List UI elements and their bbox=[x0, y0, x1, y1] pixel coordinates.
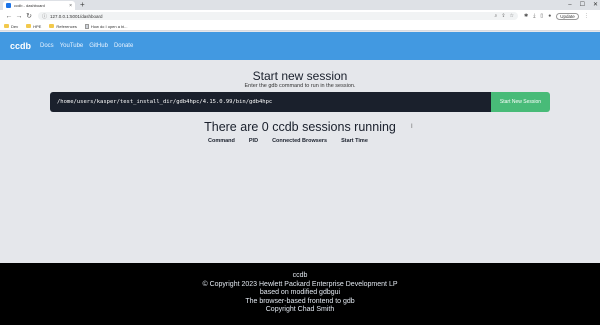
folder-icon bbox=[26, 24, 32, 28]
forward-arrow-icon[interactable]: → bbox=[14, 13, 24, 20]
new-tab-button[interactable]: + bbox=[80, 0, 85, 10]
nav-link-docs[interactable]: Docs bbox=[40, 43, 54, 49]
site-info-icon[interactable]: ⓘ bbox=[42, 13, 47, 20]
column-header: Connected Browsers bbox=[272, 138, 328, 144]
nav-link-youtube[interactable]: YouTube bbox=[60, 43, 84, 49]
column-header: PID bbox=[248, 138, 259, 144]
bookmark-star-icon[interactable]: ☆ bbox=[510, 13, 514, 19]
close-window-icon[interactable]: ✕ bbox=[593, 0, 598, 10]
bookmark-label: Dev bbox=[11, 23, 19, 29]
footer-line: The browser-based frontend to gdb bbox=[245, 297, 355, 305]
profile-icon[interactable]: ● bbox=[548, 13, 551, 19]
url-text[interactable]: 127.0.0.1:5001/dashboard bbox=[50, 14, 103, 19]
window-controls: – ☐ ✕ bbox=[568, 0, 598, 10]
footer-line: based on modified gdbgui bbox=[259, 289, 341, 297]
downloads-icon[interactable]: ⤓ bbox=[533, 13, 535, 19]
command-input[interactable]: /home/users/kasper/test_install_dir/gdb4… bbox=[50, 92, 491, 112]
sessions-heading: There are 0 ccdb sessions running bbox=[204, 120, 396, 134]
browser-tab-bar: ccdb - dashboard × + – ☐ ✕ bbox=[0, 0, 600, 10]
bookmark-folder[interactable]: Dev bbox=[4, 24, 18, 29]
back-arrow-icon[interactable]: ← bbox=[4, 13, 14, 20]
bookmark-folder[interactable]: HPE bbox=[26, 24, 41, 29]
bookmark-folder[interactable]: References bbox=[49, 23, 77, 29]
bookmarks-bar: Dev HPE References How do I open a bi... bbox=[0, 22, 600, 31]
sidepanel-icon[interactable]: ▯ bbox=[540, 13, 543, 19]
favicon-icon bbox=[6, 3, 11, 8]
address-bar[interactable]: ⓘ 127.0.0.1:5001/dashboard ⌕ ⇪ ☆ bbox=[38, 12, 518, 20]
start-new-session-button[interactable]: Start New Session bbox=[491, 92, 550, 112]
bookmark-link[interactable]: How do I open a bi... bbox=[84, 23, 128, 29]
nav-link-github[interactable]: GitHub bbox=[89, 43, 108, 49]
brand-logo[interactable]: ccdb bbox=[10, 41, 31, 51]
browser-toolbar: ← → ↻ ⓘ 127.0.0.1:5001/dashboard ⌕ ⇪ ☆ ✱… bbox=[0, 10, 600, 22]
app-navbar: ccdb Docs YouTube GitHub Donate bbox=[0, 32, 600, 60]
command-row: /home/users/kasper/test_install_dir/gdb4… bbox=[50, 92, 550, 112]
share-icon[interactable]: ⇪ bbox=[501, 13, 505, 19]
menu-icon[interactable]: ⋮ bbox=[584, 13, 589, 19]
footer-line: Copyright Chad Smith bbox=[265, 306, 335, 314]
tab-close-icon[interactable]: × bbox=[69, 3, 72, 9]
bookmark-label: HPE bbox=[33, 23, 42, 29]
maximize-icon[interactable]: ☐ bbox=[580, 0, 585, 10]
footer-line: ccdb bbox=[292, 272, 308, 279]
minimize-icon[interactable]: – bbox=[568, 0, 571, 10]
page-icon bbox=[84, 23, 89, 29]
sessions-table-header: Command PID Connected Browsers Start Tim… bbox=[208, 138, 382, 144]
start-session-heading: Start new session bbox=[252, 69, 348, 83]
bookmark-label: How do I open a bi... bbox=[90, 23, 128, 29]
footer-line: © Copyright 2023 Hewlett Packard Enterpr… bbox=[202, 280, 398, 288]
nav-link-donate[interactable]: Donate bbox=[114, 43, 133, 49]
text-cursor-icon: I bbox=[411, 124, 413, 130]
browser-tab[interactable]: ccdb - dashboard × bbox=[3, 1, 75, 10]
folder-icon bbox=[49, 24, 55, 28]
footer: ccdb © Copyright 2023 Hewlett Packard En… bbox=[0, 263, 600, 325]
main-content: Start new session Enter the gdb command … bbox=[0, 60, 600, 263]
zoom-icon[interactable]: ⌕ bbox=[495, 13, 498, 19]
start-session-subtitle: Enter the gdb command to run in the sess… bbox=[244, 83, 356, 89]
bookmark-label: References bbox=[56, 23, 77, 29]
extensions-icon[interactable]: ✱ bbox=[524, 13, 528, 19]
folder-icon bbox=[4, 24, 9, 28]
column-header: Start Time bbox=[341, 138, 368, 144]
reload-icon[interactable]: ↻ bbox=[24, 12, 34, 20]
column-header: Command bbox=[208, 138, 235, 144]
toolbar-icons: ✱ ⤓ ▯ ● Update ⋮ bbox=[524, 12, 589, 20]
tab-title: ccdb - dashboard bbox=[14, 3, 45, 8]
update-button[interactable]: Update bbox=[556, 12, 579, 20]
